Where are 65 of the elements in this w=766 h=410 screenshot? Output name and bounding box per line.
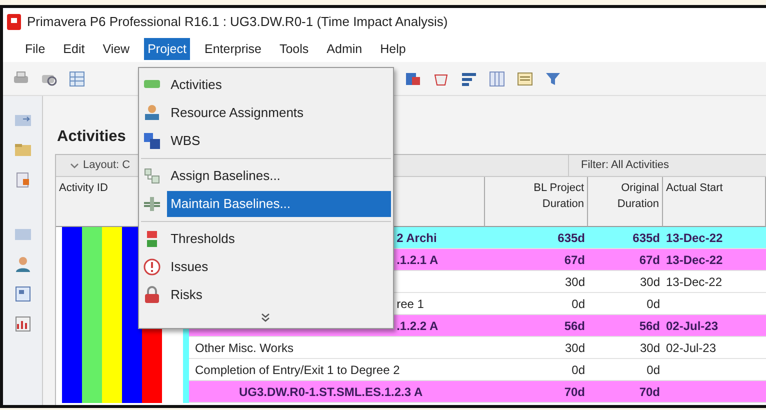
menu-item[interactable]: WBS [166,128,391,154]
bl-duration: 56d [564,319,585,333]
menu-bar-item[interactable]: File [21,38,50,60]
panel-title: Activities [57,126,126,147]
actual-start: 13-Dec-22 [666,253,723,267]
chevron-down-icon[interactable] [70,162,79,168]
activity-name: UG3.DW.R0-1.ST.SML.ES.1.2.3 A [239,385,423,399]
activity-name: .1.2.2 A [396,319,438,333]
menu-bar-item[interactable]: View [98,38,134,60]
column-header: Activity ID [59,182,108,194]
wbs-icon [142,132,161,150]
bl-duration: 635d [558,231,585,245]
original-duration: 0d [646,297,660,311]
original-duration: 70d [639,385,660,399]
bl-duration: 0d [572,363,585,377]
actual-start: 13-Dec-22 [666,231,723,245]
activity-name: 2 Archi [396,231,437,245]
menu-item[interactable]: Risks [166,282,391,308]
column-header: Original Duration [616,181,659,212]
menu-bar-item[interactable]: Edit [59,38,89,60]
bl-duration: 30d [564,275,585,289]
resources-icon [142,104,161,122]
bl-duration: 0d [572,297,585,311]
original-duration: 635d [632,231,660,245]
risks-icon [142,286,161,304]
actual-start: 13-Dec-22 [666,275,722,289]
menu-bar-item[interactable]: Project [144,38,190,60]
menu-bar-item[interactable]: Admin [322,38,366,60]
menu-item[interactable]: Activities [166,72,391,98]
original-duration: 67d [639,253,660,267]
activity-name: Other Misc. Works [195,341,294,355]
actual-start: 02-Jul-23 [666,319,718,333]
filter-label: Filter: All Activities [581,158,670,174]
assign-baseline-icon [142,167,161,185]
menu-item[interactable]: Assign Baselines... [166,163,391,189]
issues-icon [142,258,161,276]
menu-item[interactable]: Resource Assignments [166,100,391,126]
menu-bar-item[interactable]: Enterprise [200,38,266,60]
menu-bar-item[interactable]: Help [376,38,410,60]
window-title: Primavera P6 Professional R16.1 : UG3.DW.R0-1 (Time Impact Analysis) [27,13,448,32]
menu-bar-item[interactable]: Tools [275,38,313,60]
activity-name: .1.2.1 A [396,253,438,267]
column-header: Actual Start [666,182,723,194]
columns-icon[interactable] [487,68,507,88]
report-icon[interactable] [12,314,32,334]
activity-name: ree 1 [396,297,424,311]
original-duration: 30d [640,275,660,289]
original-duration: 30d [640,341,660,355]
column-header: BL Project Duration [532,181,584,212]
layout-label[interactable]: Layout: C [83,157,130,174]
maintain-baseline-icon [142,195,161,213]
menu-item[interactable]: Maintain Baselines... [166,191,391,217]
table-icon[interactable] [67,68,87,88]
menu-item[interactable]: Thresholds [166,226,391,252]
app-logo-icon [7,14,21,30]
activity-name: Completion of Entry/Exit 1 to Degree 2 [195,363,400,377]
bl-duration: 67d [564,253,585,267]
menu-item[interactable]: Issues [166,254,391,280]
expand-chevron-icon[interactable] [261,312,270,322]
actual-start: 02-Jul-23 [666,341,716,355]
bl-duration: 70d [564,385,585,399]
original-duration: 56d [639,319,660,333]
window-icon[interactable] [12,284,32,304]
original-duration: 0d [646,363,660,377]
bl-duration: 30d [564,341,585,355]
